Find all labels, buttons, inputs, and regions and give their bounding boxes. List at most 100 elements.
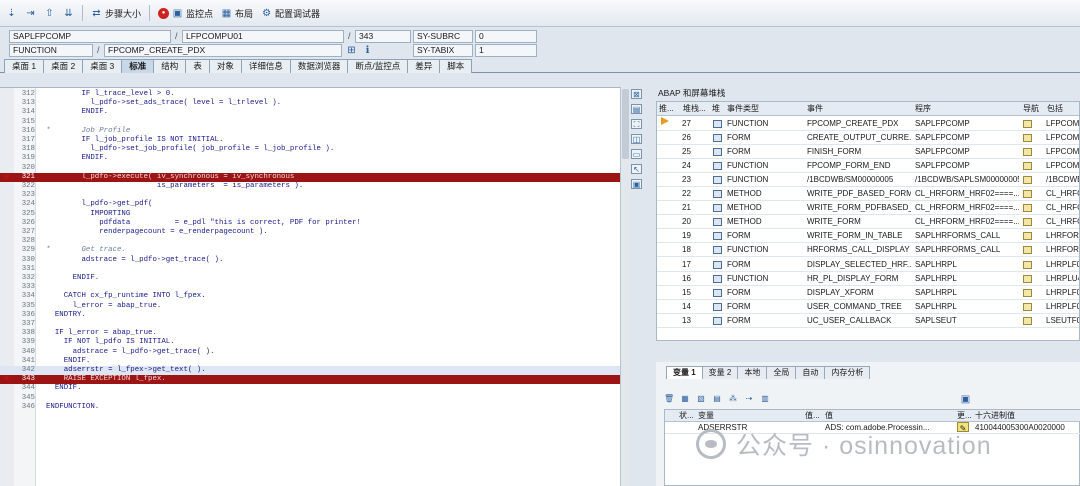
tab-6[interactable]: 表 bbox=[185, 59, 210, 73]
code-line[interactable]: 339 IF NOT l_pdfo IS INITIAL. bbox=[0, 338, 620, 347]
stack-col-4[interactable]: 事件类型 bbox=[727, 102, 759, 116]
fullscreen-icon[interactable]: ⛶ bbox=[631, 119, 642, 129]
tab-9[interactable]: 数据浏览器 bbox=[289, 59, 349, 73]
navigate-icon[interactable]: ⊞ bbox=[346, 45, 357, 56]
stack-row[interactable]: 13 FORM UC_USER_CALLBACK SAPLSEUT LSEUTF0 bbox=[657, 314, 1079, 328]
code-line[interactable]: 316 * Job Profile bbox=[0, 127, 620, 136]
variable-tab-3[interactable]: 本地 bbox=[737, 366, 768, 379]
tab-2[interactable]: 桌面 2 bbox=[43, 59, 84, 73]
code-line[interactable]: 328 bbox=[0, 237, 620, 246]
code-line[interactable]: 322 is_parameters = is_parameters ). bbox=[0, 182, 620, 191]
include-field[interactable]: LFPCOMPU01 bbox=[182, 30, 344, 43]
tab-3[interactable]: 桌面 3 bbox=[82, 59, 123, 73]
stack-row[interactable]: 22 METHOD WRITE_PDF_BASED_FORM CL_HRFORM_HR… bbox=[657, 187, 1079, 202]
code-line[interactable]: 334 CATCH cx_fp_runtime INTO l_fpex. bbox=[0, 292, 620, 301]
code-line[interactable]: 314 ENDIF. bbox=[0, 108, 620, 117]
sysvar1-name-field[interactable]: SY-SUBRC bbox=[413, 30, 473, 43]
tab-7[interactable]: 对象 bbox=[208, 59, 242, 73]
restore-icon[interactable]: ◫ bbox=[631, 134, 642, 144]
step-into-icon[interactable]: ⇣ bbox=[6, 8, 17, 19]
variable-tab-6[interactable]: 内存分析 bbox=[824, 366, 871, 379]
return-icon[interactable]: ⇧ bbox=[44, 8, 55, 19]
code-line[interactable]: 313 l_pdfo->set_ads_trace( level = l_trl… bbox=[0, 99, 620, 108]
stack-row[interactable]: 15 FORM DISPLAY_XFORM SAPLHRPL LHRPLF0 bbox=[657, 286, 1079, 300]
grid-icon[interactable]: ▦ bbox=[680, 394, 690, 404]
line-number-field[interactable]: 343 bbox=[355, 30, 411, 43]
stack-col-2[interactable]: 堆栈... bbox=[683, 102, 706, 116]
layout-button[interactable]: ▦ 布局 bbox=[221, 7, 253, 20]
tab-10[interactable]: 断点/监控点 bbox=[347, 59, 409, 73]
code-line[interactable]: 333 bbox=[0, 283, 620, 292]
step-size-button[interactable]: ⇄ 步骤大小 bbox=[91, 7, 141, 20]
pointer-icon[interactable]: ↖ bbox=[631, 164, 642, 174]
filter-icon[interactable]: ▧ bbox=[696, 394, 706, 404]
continue-icon[interactable]: ⇊ bbox=[63, 8, 74, 19]
code-line[interactable]: 325 IMPORTING bbox=[0, 210, 620, 219]
source-code-editor[interactable]: 312 IF l_trace_level > 0. 313 l_pdfo->set… bbox=[0, 87, 620, 486]
stack-col-6[interactable]: 程序 bbox=[915, 102, 931, 116]
code-line[interactable]: 326 pdfdata = e_pdl "this is correct, PD… bbox=[0, 219, 620, 228]
editor-scrollbar[interactable] bbox=[620, 87, 630, 486]
breakpoint-icon[interactable]: ◉ bbox=[2, 173, 11, 181]
code-line[interactable]: 324 l_pdfo->get_pdf( bbox=[0, 200, 620, 209]
code-line[interactable]: 344 ENDIF. bbox=[0, 384, 620, 393]
tab-11[interactable]: 差异 bbox=[407, 59, 441, 73]
call-stack-grid[interactable]: 推... 堆栈... 堆事件类型 事件 程序 导航 包括 27 FUNCTION FPCOMP_… bbox=[656, 101, 1080, 341]
scrollbar-thumb[interactable] bbox=[622, 89, 629, 159]
stack-row[interactable]: 17 FORM DISPLAY_SELECTED_HRF... SAPLHRPL LHR… bbox=[657, 258, 1079, 272]
code-line[interactable]: 341 ENDIF. bbox=[0, 357, 620, 366]
tab-12[interactable]: 脚本 bbox=[439, 59, 473, 73]
variable-tab-2[interactable]: 变量 2 bbox=[701, 366, 739, 379]
variable-tab-4[interactable]: 全局 bbox=[766, 366, 797, 379]
code-line[interactable]: 329 * Get trace. bbox=[0, 246, 620, 255]
stack-row[interactable]: 16 FUNCTION HR_PL_DISPLAY_FORM SAPLHRPL LHRP… bbox=[657, 272, 1079, 286]
code-line[interactable]: 327 renderpagecount = e_renderpagecount … bbox=[0, 228, 620, 237]
event-type-field[interactable]: FUNCTION bbox=[9, 44, 93, 57]
window-icon[interactable]: ▣ bbox=[631, 179, 642, 189]
tab-4[interactable]: 标准 bbox=[121, 59, 155, 73]
code-line[interactable]: 317 IF l_job_profile IS NOT INITIAL. bbox=[0, 136, 620, 145]
split-icon[interactable]: ▭ bbox=[631, 149, 642, 159]
code-line[interactable]: 321 l_pdfo->execute( iv_synchronous = iv… bbox=[0, 172, 620, 182]
stack-row[interactable]: 20 METHOD WRITE_FORM CL_HRFORM_HRF02====...… bbox=[657, 215, 1079, 230]
move-icon[interactable]: ⇢ bbox=[744, 394, 754, 404]
code-line[interactable]: 346 ENDFUNCTION. bbox=[0, 403, 620, 412]
event-field[interactable]: FPCOMP_CREATE_PDX bbox=[104, 44, 342, 57]
group-icon[interactable]: ⁂ bbox=[728, 394, 738, 404]
stack-row[interactable]: 21 METHOD WRITE_FORM_PDFBASED_... CL_HRFORM… bbox=[657, 201, 1079, 216]
table-icon[interactable]: ▥ bbox=[760, 394, 770, 404]
variable-tab-5[interactable]: 自动 bbox=[795, 366, 826, 379]
code-line[interactable]: 338 IF l_error = abap_true. bbox=[0, 329, 620, 338]
export-icon[interactable]: ▤ bbox=[712, 394, 722, 404]
watchpoint-button[interactable]: ● ▣ 监控点 bbox=[158, 7, 213, 20]
code-line[interactable]: 320 bbox=[0, 164, 620, 173]
code-line[interactable]: 335 l_error = abap_true. bbox=[0, 302, 620, 311]
stack-row[interactable]: 26 FORM CREATE_OUTPUT_CURRE... SAPLFPCOMP LF… bbox=[657, 131, 1079, 146]
info-icon[interactable]: ℹ bbox=[362, 45, 373, 56]
stack-col-3[interactable]: 堆 bbox=[712, 102, 720, 116]
code-line[interactable]: 340 adstrace = l_pdfo->get_trace( ). bbox=[0, 348, 620, 357]
code-line[interactable]: 319 ENDIF. bbox=[0, 154, 620, 163]
variable-tab-1[interactable]: 变量 1 bbox=[666, 366, 703, 379]
stack-row[interactable]: 27 FUNCTION FPCOMP_CREATE_PDX SAPLFPCOMP LFP… bbox=[657, 117, 1079, 131]
sysvar2-value-field[interactable]: 1 bbox=[475, 44, 537, 57]
stack-row[interactable]: 18 FUNCTION HRFORMS_CALL_DISPLAY SAPLHRFORM… bbox=[657, 243, 1079, 258]
col-value-short[interactable]: 值... bbox=[805, 410, 820, 422]
code-line[interactable]: 343 RAISE EXCEPTION l_fpex. ◉ bbox=[0, 375, 620, 385]
code-line[interactable]: 345 bbox=[0, 394, 620, 403]
tab-5[interactable]: 结构 bbox=[153, 59, 187, 73]
code-line[interactable]: 312 IF l_trace_level > 0. bbox=[0, 90, 620, 99]
breakpoint-icon[interactable]: ◉ bbox=[2, 375, 11, 383]
col-variable[interactable]: 变量 bbox=[698, 410, 714, 422]
code-line[interactable]: 336 ENDTRY. bbox=[0, 311, 620, 320]
stack-col-8[interactable]: 包括 bbox=[1047, 102, 1063, 116]
col-change[interactable]: 更... bbox=[957, 410, 972, 422]
stack-col-1[interactable]: 推... bbox=[659, 102, 674, 116]
stack-row[interactable]: 23 FUNCTION/1BCDWB/SM00000005/1BCDWB/SAPL… bbox=[657, 173, 1079, 188]
stack-row[interactable]: 14 FORM USER_COMMAND_TREE SAPLHRPL LHRPLF0 bbox=[657, 300, 1079, 314]
col-hex[interactable]: 十六进制值 bbox=[975, 410, 1015, 422]
save-icon[interactable]: ▣ bbox=[960, 394, 971, 405]
stack-col-5[interactable]: 事件 bbox=[807, 102, 823, 116]
stack-row[interactable]: 19 FORM WRITE_FORM_IN_TABLE SAPLHRFORMS_CAL… bbox=[657, 229, 1079, 244]
code-line[interactable]: 315 bbox=[0, 118, 620, 127]
